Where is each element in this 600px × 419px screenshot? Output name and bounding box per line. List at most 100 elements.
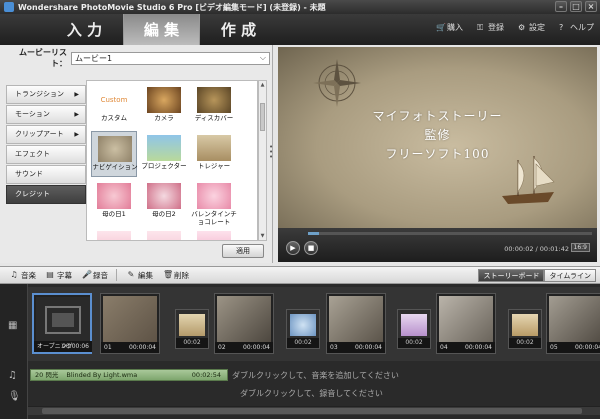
category-transition[interactable]: トランジション ▶	[6, 85, 86, 104]
apply-button[interactable]: 適用	[222, 244, 264, 258]
movie-list-select[interactable]: ムービー1	[71, 51, 270, 65]
tab-input[interactable]: 入 力	[46, 14, 123, 45]
transition-1[interactable]: 00:02	[175, 309, 209, 349]
template-caption: プロジェクター	[141, 162, 187, 170]
template-valentine[interactable]: バレンタインチョコレート	[191, 179, 237, 226]
template-treasure[interactable]: トレジャー	[191, 131, 237, 177]
register-link[interactable]: ⚿ 登録	[477, 22, 504, 33]
template-discover[interactable]: ディスカバー	[191, 83, 237, 129]
clip-01[interactable]: 01 00:00:04	[100, 293, 160, 354]
trash-icon: 🗑	[163, 270, 174, 279]
clip-opening[interactable]: オープニング 00:00:06	[32, 293, 92, 354]
clip-thumbnail	[217, 296, 271, 342]
music-track-icon: ♫	[8, 370, 17, 381]
toolbar-divider	[116, 269, 117, 281]
player-controls: ▶ ■ 00:00:02 / 00:01:42 16:9	[278, 228, 597, 262]
edit-button[interactable]: ✎ 編集	[127, 270, 153, 281]
template-more-3[interactable]	[191, 227, 237, 240]
panel-splitter-handle[interactable]: • • •	[269, 144, 273, 161]
music-clip[interactable]: 20 閃光 Blinded By Light.wma 00:02:54	[30, 369, 228, 381]
template-camera[interactable]: カメラ	[141, 83, 187, 129]
template-mothers-day-2[interactable]: 母の日2	[141, 179, 187, 225]
clip-thumbnail	[329, 296, 383, 342]
cart-icon: 🛒	[436, 22, 446, 32]
clip-05[interactable]: 05 00:00:04	[546, 293, 600, 354]
template-mothers-day-1[interactable]: 母の日1	[91, 179, 137, 225]
movie-list-label: ムービーリスト：	[19, 48, 67, 68]
template-grid: Custom カスタム カメラ ディスカバー ナビゲイション プロジェクター ト…	[86, 80, 258, 241]
clip-thumbnail	[36, 297, 90, 343]
settings-label: 設定	[529, 23, 545, 32]
add-subtitle-button[interactable]: ▤ 字幕	[46, 270, 72, 281]
tab-edit[interactable]: 編 集	[123, 14, 200, 45]
category-clipart[interactable]: クリップアート ▶	[6, 125, 86, 144]
category-label: モーション	[15, 110, 50, 118]
timeline-scrollbar[interactable]	[28, 406, 600, 415]
music-song-name: Blinded By Light.wma	[66, 371, 138, 379]
settings-link[interactable]: ⚙ 設定	[518, 22, 545, 33]
transition-3[interactable]: 00:02	[397, 309, 431, 349]
clip-duration: 00:00:04	[243, 344, 270, 351]
buy-link[interactable]: 🛒 購入	[436, 22, 463, 33]
delete-label: 削除	[174, 270, 189, 280]
category-effect[interactable]: エフェクト	[6, 145, 86, 164]
transition-duration: 00:02	[287, 338, 319, 348]
timeline-mode-button[interactable]: タイムライン	[544, 269, 596, 282]
transition-thumbnail	[512, 314, 538, 336]
template-more-2[interactable]	[141, 227, 187, 240]
stop-button[interactable]: ■	[304, 241, 318, 255]
subtitle-label: 字幕	[57, 270, 72, 280]
template-thumb	[147, 183, 181, 209]
microphone-icon: 🎤	[82, 270, 92, 279]
category-label: エフェクト	[15, 150, 50, 158]
template-thumb: Custom	[97, 87, 131, 113]
template-projector[interactable]: プロジェクター	[141, 131, 187, 177]
template-more-1[interactable]	[91, 227, 137, 240]
record-button[interactable]: 🎤 録音	[82, 270, 108, 281]
record-track-hint[interactable]: ダブルクリックして、録音してください	[240, 388, 383, 399]
clip-name: 03	[330, 344, 338, 351]
template-thumb	[97, 231, 131, 240]
template-custom[interactable]: Custom カスタム	[91, 83, 137, 129]
scroll-down-icon[interactable]: ▼	[259, 233, 266, 239]
clip-duration: 00:00:04	[575, 344, 600, 351]
transition-4[interactable]: 00:02	[508, 309, 542, 349]
category-label: クレジット	[15, 190, 50, 198]
delete-button[interactable]: 🗑 削除	[163, 270, 189, 281]
storyboard-mode-button[interactable]: ストーリーボード	[478, 269, 545, 282]
tab-create[interactable]: 作 成	[200, 14, 277, 45]
template-caption: ディスカバー	[194, 114, 234, 122]
template-navigation[interactable]: ナビゲイション	[91, 131, 138, 177]
clip-04[interactable]: 04 00:00:04	[436, 293, 496, 354]
help-label: ヘルプ	[570, 23, 594, 32]
close-button[interactable]: ×	[585, 1, 597, 12]
minimize-button[interactable]: –	[555, 1, 567, 12]
aspect-ratio-button[interactable]: 16:9	[570, 243, 590, 252]
clip-name: 01	[104, 344, 112, 351]
play-button[interactable]: ▶	[286, 241, 300, 255]
scroll-up-icon[interactable]: ▲	[259, 82, 266, 88]
clip-02[interactable]: 02 00:00:04	[214, 293, 274, 354]
scrollbar-thumb[interactable]	[260, 103, 265, 131]
template-scrollbar[interactable]: ▲ ▼	[258, 80, 267, 241]
category-list: トランジション ▶ モーション ▶ クリップアート ▶ エフェクト サウンド クレジッ…	[6, 85, 86, 205]
category-label: サウンド	[15, 170, 43, 178]
add-music-button[interactable]: ♫ 音楽	[10, 270, 36, 281]
template-caption: トレジャー	[197, 162, 231, 170]
scrollbar-thumb[interactable]	[42, 408, 582, 414]
music-label: 音楽	[21, 270, 36, 280]
clip-thumbnail	[439, 296, 493, 342]
arrow-right-icon: ▶	[74, 131, 79, 138]
clip-03[interactable]: 03 00:00:04	[326, 293, 386, 354]
category-credit[interactable]: クレジット	[6, 185, 86, 204]
help-link[interactable]: ? ヘルプ	[559, 22, 594, 33]
template-thumb	[147, 231, 181, 240]
template-thumb	[197, 183, 231, 209]
transition-2[interactable]: 00:02	[286, 309, 320, 349]
maximize-button[interactable]: □	[570, 1, 582, 12]
seek-bar[interactable]	[308, 232, 592, 235]
category-sound[interactable]: サウンド	[6, 165, 86, 184]
photo-track: オープニング 00:00:06 01 00:00:04 00:02 02 00:00:…	[28, 287, 600, 361]
category-motion[interactable]: モーション ▶	[6, 105, 86, 124]
music-track-hint[interactable]: ダブルクリックして、音楽を追加してください	[232, 370, 399, 381]
